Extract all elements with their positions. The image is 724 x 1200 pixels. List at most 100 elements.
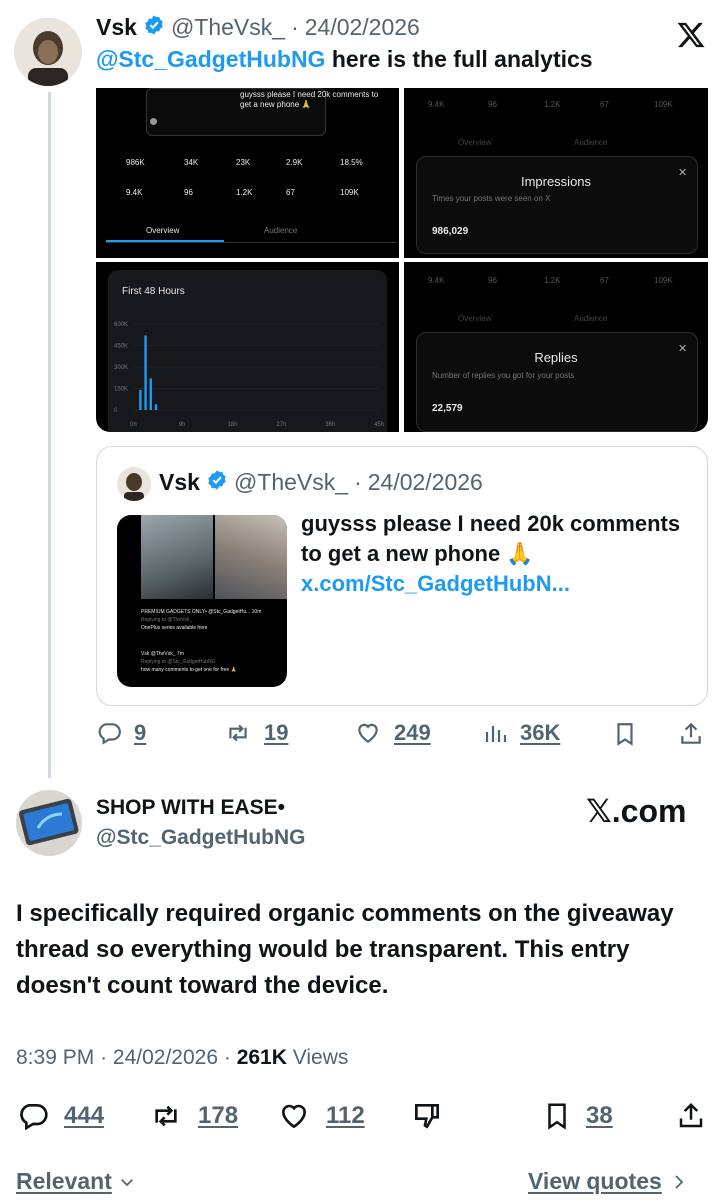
metric-card [416,332,698,432]
media-bottom-right[interactable]: 9.4K 96 1.2K 67 109K Overview Audience ✕… [404,262,708,432]
quoted-tweet-card[interactable]: Vsk @TheVsk_ · 24/02/2026 PREMIUM GADGET… [96,446,708,706]
sort-relevant-button[interactable]: Relevant [16,1168,136,1195]
like-count: 112 [326,1102,365,1129]
like-button[interactable]: 249 [354,720,431,746]
quoted-thumbnail[interactable]: PREMIUM GADGETS ONLY• @Stc_GadgetHu... 1… [117,515,287,687]
quoted-header: Vsk @TheVsk_ · 24/02/2026 [159,469,483,496]
repost-button[interactable]: 178 [148,1100,238,1132]
thumb-line: Replying to @TheVsk_ [141,617,193,623]
stat-3: 1.2K [544,276,561,285]
bookmark-button[interactable]: 38 [542,1100,613,1132]
repost-button[interactable]: 19 [224,720,288,746]
views-count: 36K [520,720,561,745]
share-icon[interactable] [678,720,704,753]
tab-audience[interactable]: Audience [264,226,297,235]
tab-divider [106,242,396,243]
media-bottom-left[interactable]: First 48 Hours 600K 450K 300K 150K 0 0h 9h 18h 2… [96,262,399,432]
stat-replies: 23K [236,158,251,167]
chart-x-tick-label: 45h [374,422,384,428]
tab-overview[interactable]: Overview [458,138,491,147]
chart-x-tick-label: 36h [325,422,335,428]
media-top-right[interactable]: 9.4K 96 1.2K 67 109K Overview Audience ✕… [404,88,708,258]
reply-text: I specifically required organic comments… [16,900,674,999]
author-name[interactable]: Vsk [96,14,137,41]
avatar-image [14,18,82,86]
verified-badge-icon [143,14,165,41]
chart-y-tick-label: 450K [114,344,128,350]
reply-avatar[interactable] [16,790,82,856]
reply-button[interactable]: 444 [16,1100,104,1132]
thread-line [48,92,51,778]
stat-bookmarks: 1.2K [236,188,253,197]
views-button[interactable]: 36K [484,720,560,746]
quoted-author-name: Vsk [159,469,200,495]
reply-icon [20,1104,48,1131]
reply-author-name[interactable]: SHOP WITH EASE• [96,796,285,820]
media-top-left[interactable]: guysss please I need 20k comments to get… [96,88,399,258]
stat-2: 96 [488,276,497,285]
metric-desc: Times your posts were seen on X [432,194,551,203]
metric-title: Impressions [520,174,592,189]
stat-1: 9.4K [428,100,445,109]
chart-bar [154,404,158,410]
chart-x-tick-label: 9h [179,422,186,428]
tab-overview[interactable]: Overview [458,314,491,323]
thumb-line: Vsk @TheVsk_ 7m [141,651,184,657]
x-logo-icon[interactable] [676,20,706,50]
tab-overview[interactable]: Overview [146,226,179,235]
chart-x-tick-label: 27h [276,422,286,428]
reply-time[interactable]: 8:39 PM [16,1046,94,1069]
repost-count: 19 [264,720,289,745]
reply-icon [98,723,121,745]
dislike-icon[interactable] [410,1100,444,1137]
tweet-header: Vsk @TheVsk_ · 24/02/2026 [96,14,420,41]
embedded-avatar-icon [150,118,157,125]
chart-y-tick-label: 600K [114,322,128,328]
tab-audience[interactable]: Audience [574,314,607,323]
reply-button[interactable]: 9 [96,720,146,746]
sort-label: Relevant [16,1168,112,1194]
bookmark-icon [548,1103,566,1130]
chart-svg: 600K 450K 300K 150K 0 0h 9h 18h 27h 36h 45h [114,322,384,428]
stat-3: 1.2K [544,100,561,109]
reply-date[interactable]: 24/02/2026 [113,1046,218,1069]
chart-y-tick-label: 300K [114,365,128,371]
tweet-text: @Stc_GadgetHubNG here is the full analyt… [96,46,593,73]
separator-dot: · [223,1046,231,1069]
tab-audience[interactable]: Audience [574,138,607,147]
thumb-line: Replying to @Stc_GadgetHubNG [141,659,216,665]
quoted-link[interactable]: x.com/Stc_GadgetHubN... [301,571,570,596]
metric-title: Replies [534,350,578,365]
separator-dot: · [291,14,299,40]
share-icon[interactable] [676,1100,706,1137]
brand-link[interactable]: 𝕏.com [586,792,686,830]
quoted-avatar [117,467,151,501]
author-handle[interactable]: @TheVsk_ [171,14,285,41]
reply-meta: 8:39 PM · 24/02/2026 · 261K Views [16,1046,348,1070]
mention-link[interactable]: @Stc_GadgetHubNG [96,46,325,72]
verified-badge-icon [206,469,228,496]
avatar[interactable] [14,18,82,86]
like-button[interactable]: 112 [276,1100,365,1132]
metric-desc: Number of replies you got for your posts [432,371,575,380]
tweet-body: here is the full analytics [325,46,593,72]
reply-handle[interactable]: @Stc_GadgetHubNG [96,826,306,850]
post-date[interactable]: 24/02/2026 [305,14,420,41]
chevron-right-icon [675,1174,684,1189]
stat-follows: 96 [184,188,193,197]
stat-4: 67 [600,100,609,109]
views-count: 261K [236,1046,287,1069]
bookmark-icon[interactable] [612,720,638,753]
views-icon [485,726,507,742]
reply-count: 444 [64,1102,105,1129]
thumb-line: how many comments to get one for free 🙏 [141,667,237,673]
quoted-text: guysss please I need 20k comments to get… [301,509,693,599]
stat-video-views: 109K [340,188,359,197]
view-quotes-label: View quotes [528,1168,662,1194]
embedded-tweet-snippet: guysss please I need 20k comments to get… [240,90,379,109]
chart-bar [139,389,142,410]
thumb-photo-1 [141,515,213,599]
view-quotes-link[interactable]: View quotes [528,1168,688,1195]
stat-4: 67 [600,276,609,285]
reply-count: 9 [134,720,147,745]
